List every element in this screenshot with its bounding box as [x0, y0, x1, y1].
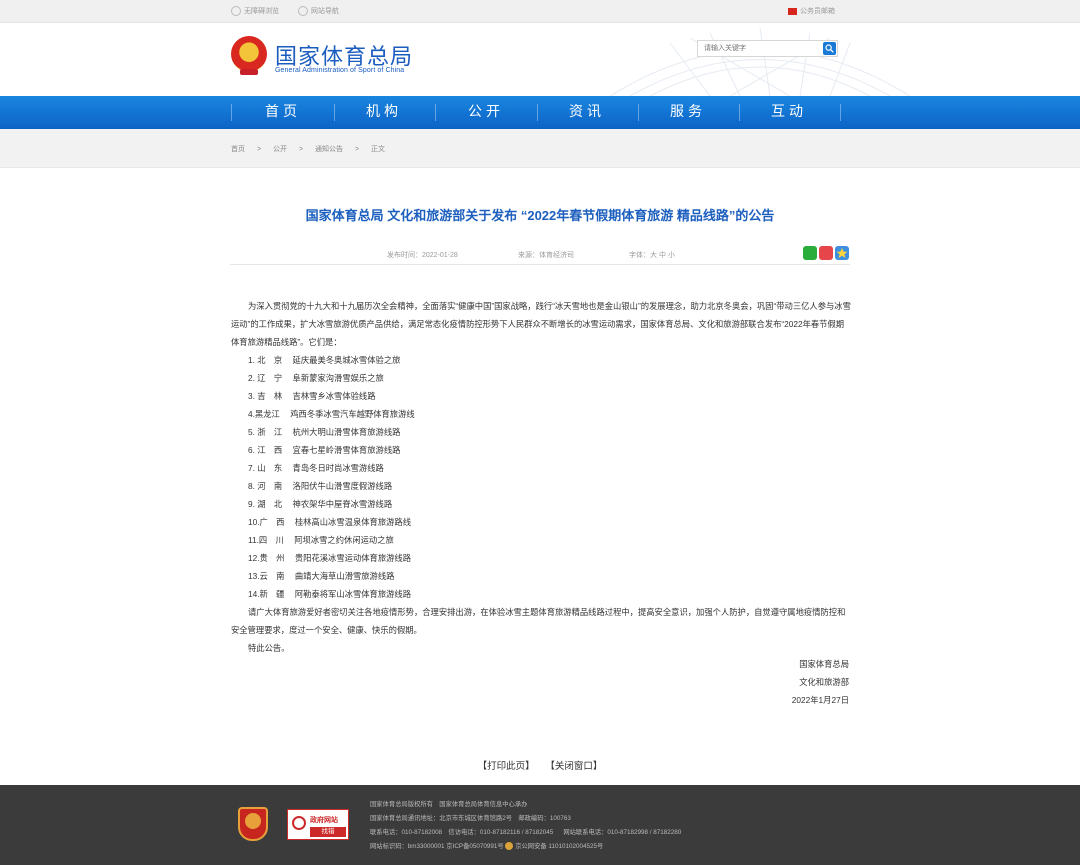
notice-line: 特此公告。 — [248, 643, 290, 653]
breadcrumb-separator: > — [256, 146, 262, 153]
list-item: 13.云 南 曲靖大海草山滑雪旅游线路 — [248, 571, 395, 581]
list-item: 12.贵 州 贵阳花溪冰雪运动体育旅游线路 — [248, 553, 412, 563]
nav-divider — [840, 104, 841, 121]
closing-paragraph: 请广大体育旅游爱好者密切关注各地疫情形势，合理安排出游，在体验冰雪主题体育旅游精… — [231, 607, 846, 635]
search-icon — [825, 44, 834, 53]
wechat-share-icon[interactable] — [803, 246, 817, 260]
stadium-backdrop — [609, 27, 911, 96]
weibo-share-icon[interactable] — [819, 246, 833, 260]
site-nav-label: 网站导航 — [311, 8, 339, 15]
article-body: 为深入贯彻党的十九大和十九届历次全会精神，全面落实“健康中国”国家战略，践行“冰… — [231, 297, 851, 657]
intro-paragraph: 为深入贯彻党的十九大和十九届历次全会精神，全面落实“健康中国”国家战略，践行“冰… — [231, 301, 851, 347]
main-nav: 首页 机构 公开 资讯 服务 互动 — [0, 96, 1080, 129]
accessible-browse-label: 无障碍浏览 — [244, 8, 279, 15]
list-item: 3. 吉 林 吉林雪乡冰雪体验线路 — [248, 391, 376, 401]
signature-gas: 国家体育总局 — [799, 659, 849, 669]
list-item: 7. 山 东 青岛冬日时尚冰雪游线路 — [248, 463, 384, 473]
route-list: 1. 北 京 延庆最美冬奥城冰雪体验之旅 2. 辽 宁 阜新蒙家沟滑雪娱乐之旅 … — [231, 351, 851, 603]
breadcrumb-notices[interactable]: 通知公告 — [315, 146, 343, 153]
breadcrumb-current: 正文 — [371, 146, 385, 153]
site-nav-link[interactable]: 网站导航 — [298, 6, 339, 16]
nav-item-service[interactable]: 服务 — [638, 96, 738, 129]
breadcrumb: 首页 > 公开 > 通知公告 > 正文 — [231, 144, 395, 154]
publish-time: 发布时间：2022-01-28 — [387, 252, 458, 259]
accessible-browse-link[interactable]: 无障碍浏览 — [231, 6, 279, 16]
party-organization-badge[interactable] — [238, 807, 268, 841]
flag-icon — [788, 7, 797, 15]
search-input[interactable] — [698, 41, 818, 56]
police-badge-icon — [505, 842, 514, 851]
official-mail-label: 公务员邮箱 — [800, 8, 835, 15]
nav-divider — [231, 104, 232, 121]
breadcrumb-bar: 首页 > 公开 > 通知公告 > 正文 — [0, 129, 1080, 168]
search-box — [697, 40, 838, 57]
site-header: 国家体育总局 General Administration of Sport o… — [0, 23, 1080, 96]
font-size-switch[interactable]: 字体：大 中 小 — [629, 250, 675, 260]
article-actions: 【打印此页】 【关闭窗口】 — [0, 758, 1080, 772]
breadcrumb-home[interactable]: 首页 — [231, 146, 245, 153]
list-item: 1. 北 京 延庆最美冬奥城冰雪体验之旅 — [248, 355, 401, 365]
list-item: 11.四 川 阿坝冰雪之约休闲运动之旅 — [248, 535, 394, 545]
print-page-button[interactable]: 【打印此页】 — [478, 761, 535, 772]
list-item: 10.广 西 桂林高山冰雪温泉体育旅游路线 — [248, 517, 412, 527]
icp-line: 网站标识码：bm33000001 京ICP备05070991号 京公网安备 11… — [370, 842, 604, 851]
list-item: 14.新 疆 阿勒泰将军山冰雪体育旅游线路 — [248, 589, 412, 599]
list-item: 5. 浙 江 杭州大明山滑雪体育旅游线路 — [248, 427, 401, 437]
list-item: 2. 辽 宁 阜新蒙家沟滑雪娱乐之旅 — [248, 373, 384, 383]
article-source: 来源：体育经济司 — [518, 252, 574, 259]
sitemap-icon — [298, 6, 308, 16]
search-button[interactable] — [823, 42, 836, 55]
article-meta: 发布时间：2022-01-28 来源：体育经济司 字体：大 中 小 — [230, 246, 850, 265]
site-footer: 政府网站 找错 国家体育总局版权所有 国家体育总局体育信息中心承办 国家体育总局… — [0, 785, 1080, 865]
footer-info: 国家体育总局版权所有 国家体育总局体育信息中心承办 国家体育总局通讯地址：北京市… — [370, 798, 681, 854]
qzone-share-icon[interactable] — [835, 246, 849, 260]
list-item: 6. 江 西 宜春七星岭滑雪体育旅游线路 — [248, 445, 401, 455]
magnifier-icon — [292, 816, 306, 830]
national-emblem-logo[interactable] — [231, 36, 267, 75]
list-item: 9. 湖 北 神农架华中屋脊冰雪游线路 — [248, 499, 393, 509]
breadcrumb-separator: > — [298, 146, 304, 153]
article-title: 国家体育总局 文化和旅游部关于发布 “2022年春节假期体育旅游 精品线路”的公… — [305, 208, 775, 223]
signature-date: 2022年1月27日 — [791, 695, 849, 705]
site-subtitle: General Administration of Sport of China — [275, 67, 405, 74]
accessibility-icon — [231, 6, 241, 16]
nav-item-public[interactable]: 公开 — [436, 96, 536, 129]
breadcrumb-public[interactable]: 公开 — [273, 146, 287, 153]
phone-line: 联系电话：010-87182008 信访电话：010-87182116 / 87… — [370, 829, 682, 836]
copyright-line: 国家体育总局版权所有 国家体育总局体育信息中心承办 — [370, 801, 528, 808]
signature-mct: 文化和旅游部 — [799, 677, 849, 687]
error-report-label: 找错 — [310, 827, 346, 837]
article-container: 国家体育总局 文化和旅游部关于发布 “2022年春节假期体育旅游 精品线路”的公… — [0, 168, 1080, 785]
nav-item-org[interactable]: 机构 — [334, 96, 434, 129]
list-item: 4.黑龙江 鸡西冬季冰雪汽车越野体育旅游线 — [248, 409, 415, 419]
nav-item-home[interactable]: 首页 — [233, 96, 333, 129]
nav-item-news[interactable]: 资讯 — [537, 96, 637, 129]
official-mail-link[interactable]: 公务员邮箱 — [788, 6, 835, 16]
list-item: 8. 河 南 洛阳伏牛山滑雪度假游线路 — [248, 481, 393, 491]
nav-item-interact[interactable]: 互动 — [739, 96, 839, 129]
gov-site-label: 政府网站 — [310, 817, 338, 824]
close-window-button[interactable]: 【关闭窗口】 — [545, 761, 602, 772]
gov-site-error-report[interactable]: 政府网站 找错 — [287, 809, 349, 840]
top-utility-bar: 无障碍浏览 网站导航 公务员邮箱 — [0, 0, 1080, 23]
breadcrumb-separator: > — [354, 146, 360, 153]
address-line: 国家体育总局通讯地址：北京市东城区体育馆路2号 邮政编码：100763 — [370, 815, 571, 822]
